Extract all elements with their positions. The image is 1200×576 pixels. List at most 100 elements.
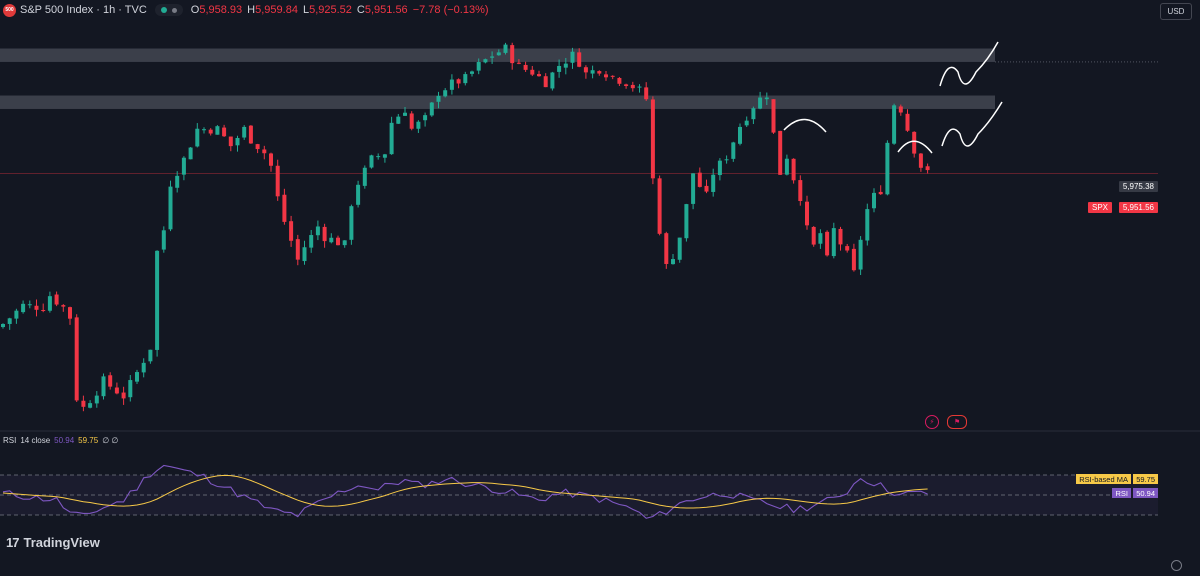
candle-body (744, 120, 749, 126)
candle-body (262, 149, 267, 154)
currency-button[interactable]: USD (1160, 3, 1192, 20)
candle-body (54, 294, 59, 305)
candle-body (476, 62, 481, 71)
candle-body (148, 349, 153, 362)
candle-body (557, 65, 562, 72)
candle-body (604, 74, 608, 78)
candle-body (784, 158, 789, 175)
candle-body (691, 173, 696, 204)
candle-body (356, 184, 361, 205)
candle-body (215, 126, 220, 135)
data-status-icon (171, 7, 177, 13)
candle-body (349, 206, 354, 240)
candle-body (496, 52, 501, 56)
candle-body (61, 305, 66, 307)
candle-body (550, 72, 555, 89)
candle-body (490, 56, 495, 58)
ohlc-item: C5,951.56 (357, 4, 408, 16)
candle-body (269, 153, 273, 166)
candle-body (208, 129, 213, 134)
candle-body (403, 112, 407, 116)
us-flag-icon[interactable]: ⚑ (947, 415, 967, 429)
candle-body (617, 77, 622, 84)
candle-body (872, 192, 876, 209)
candle-body (81, 400, 86, 407)
ohlc-values: O5,958.93 H5,959.84 L5,925.52 C5,951.56 −7.7… (191, 4, 489, 16)
ohlc-item: H5,959.84 (247, 4, 298, 16)
candle-body (825, 231, 830, 256)
candle-body (161, 230, 166, 250)
candle-body (21, 303, 26, 313)
candle-body (135, 372, 139, 382)
candle-body (570, 51, 575, 63)
ohlc-value: 5,959.84 (255, 4, 298, 16)
rsi-ma-label: RSI-based MA (1076, 474, 1131, 484)
chart-header: 500 S&P 500 Index · 1h · TVC O5,958.93 H5… (0, 0, 1140, 20)
ohlc-value: 5,925.52 (309, 4, 352, 16)
candle-body (818, 233, 823, 244)
candle-body (1, 323, 5, 328)
candle-body (503, 44, 508, 53)
tradingview-logo[interactable]: 17 TradingView (6, 535, 100, 550)
symbol-title[interactable]: S&P 500 Index · 1h · TVC (20, 4, 147, 16)
candle-body (470, 71, 474, 74)
candle-body (389, 122, 394, 155)
ohlc-label: C (356, 4, 365, 16)
candle-body (315, 226, 320, 236)
ohlc-item: −7.78 (−0.13%) (413, 4, 489, 16)
candle-body (329, 237, 334, 243)
candle-body (295, 239, 300, 260)
candle-body (369, 155, 374, 168)
candle-body (47, 296, 52, 311)
candle-body (309, 235, 314, 248)
candle-body (764, 97, 769, 100)
candle-body (94, 395, 99, 404)
candle-body (865, 209, 870, 241)
candle-body (925, 166, 930, 171)
rsi-extra: ∅ ∅ (102, 436, 119, 445)
market-status[interactable] (154, 4, 183, 16)
candle-body (342, 240, 347, 246)
candle-body (778, 130, 783, 175)
candle-body (650, 99, 655, 179)
chart-area[interactable] (0, 0, 1200, 576)
tv-mark-icon: 17 (6, 535, 20, 550)
rsi-ma-price-label: 59.75 (1133, 474, 1158, 484)
candle-body (302, 247, 307, 262)
candle-body (878, 191, 883, 195)
candle-body (41, 309, 46, 311)
candle-body (845, 246, 850, 251)
candle-body (483, 59, 488, 63)
rsi-value: 50.94 (54, 436, 75, 445)
candle-body (34, 305, 39, 310)
candle-body (577, 52, 582, 67)
lightning-icon[interactable]: ⚡ (925, 415, 939, 429)
candle-body (114, 387, 119, 394)
candle-body (336, 237, 340, 246)
candle-body (563, 63, 568, 68)
candle-body (242, 126, 247, 138)
ohlc-item: O5,958.93 (191, 4, 242, 16)
candle-body (168, 186, 173, 230)
candle-body (751, 108, 756, 120)
settings-icon[interactable] (1171, 560, 1182, 571)
candle-body (805, 201, 809, 226)
candle-body (188, 147, 193, 160)
candle-body (523, 64, 528, 70)
candle-body (409, 113, 414, 129)
rsi-pane (0, 464, 1158, 519)
ohlc-value: 5,951.56 (364, 4, 408, 16)
rsi-title: RSI (3, 436, 17, 445)
candle-body (704, 185, 709, 192)
candle-body (738, 126, 742, 144)
candle-body (322, 226, 327, 242)
candle-body (831, 228, 836, 257)
ohlc-item: L5,925.52 (303, 4, 352, 16)
ohlc-value: −7.78 (−0.13%) (412, 4, 489, 16)
candle-body (885, 142, 890, 195)
candle-body (362, 167, 367, 186)
candle-body (583, 67, 588, 73)
candle-body (637, 86, 642, 88)
candle-body (141, 362, 146, 373)
rsi-label: RSI (1112, 488, 1131, 498)
